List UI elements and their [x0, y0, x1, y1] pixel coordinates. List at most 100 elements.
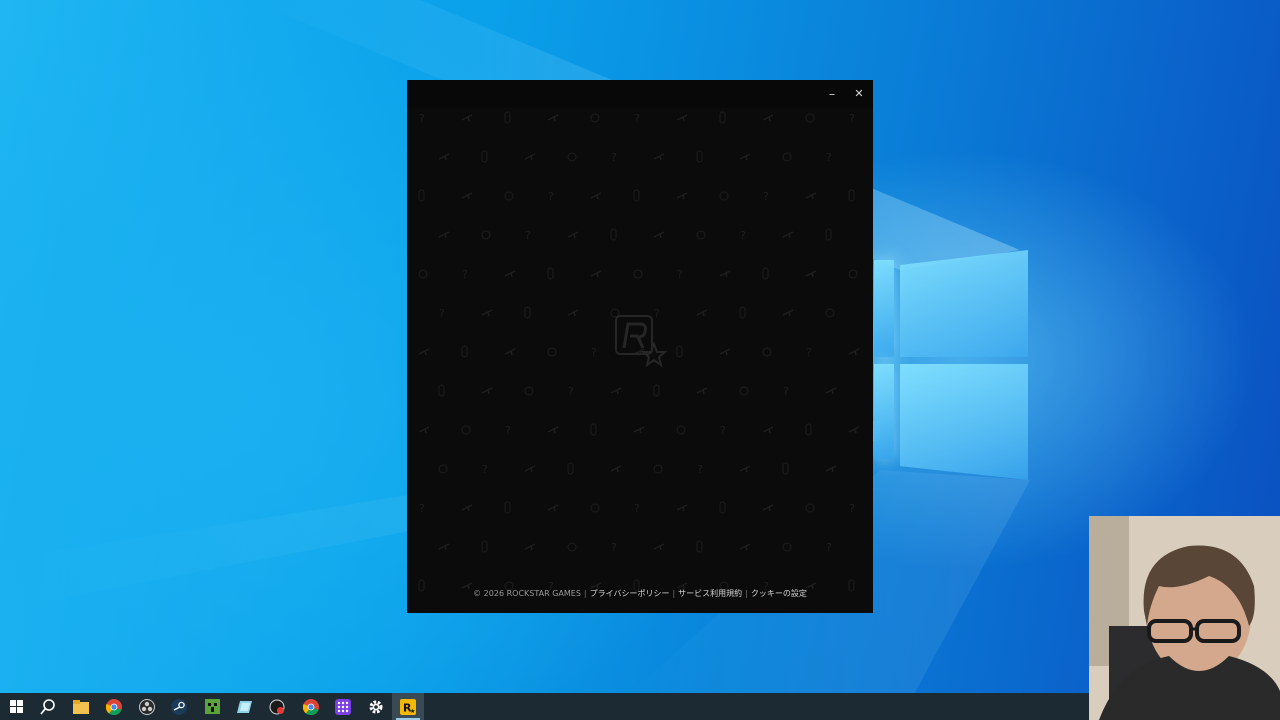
pattern-glyph-key [438, 153, 450, 161]
terms-of-service-link[interactable]: サービス利用規約 [678, 589, 742, 598]
pattern-glyph-key [547, 426, 559, 434]
close-button[interactable]: ✕ [848, 84, 870, 104]
taskbar-rockstar-launcher-button[interactable]: R ★ [392, 693, 424, 720]
pattern-glyph-pill [567, 462, 574, 475]
pattern-glyph-q: ? [783, 385, 789, 398]
pattern-glyph-gun [653, 231, 665, 239]
pattern-glyph-pill [481, 540, 488, 553]
taskbar-obs-button[interactable] [131, 693, 163, 720]
svg-text:★: ★ [410, 708, 415, 715]
pattern-glyph-gun [547, 114, 559, 122]
footer-separator: | [583, 589, 587, 598]
pattern-glyph-bag [739, 386, 749, 396]
pattern-glyph-pill [739, 306, 746, 319]
pattern-glyph-bag [633, 269, 643, 279]
pattern-glyph-gun [676, 192, 688, 200]
pattern-glyph-pill [782, 462, 789, 475]
file-explorer-icon [73, 699, 89, 714]
pattern-glyph-bag [481, 230, 491, 240]
chrome-icon [303, 698, 319, 715]
taskbar-chrome-button[interactable] [295, 693, 327, 720]
pattern-glyph-q: ? [849, 502, 855, 515]
pattern-glyph-gun [481, 387, 493, 395]
pattern-glyph-key [610, 387, 622, 395]
pattern-glyph-key [653, 543, 665, 551]
settings-gear-icon [368, 699, 384, 715]
pattern-glyph-q: ? [419, 112, 425, 125]
windows-wallpaper-logo [874, 242, 1028, 480]
pattern-glyph-gun [696, 387, 708, 395]
pattern-glyph-q: ? [439, 307, 445, 320]
pattern-glyph-pill [590, 423, 597, 436]
pattern-glyph-gun [762, 504, 774, 512]
pattern-glyph-key [438, 543, 450, 551]
taskbar-notes-app-button[interactable] [228, 693, 260, 720]
pattern-glyph-pill [825, 228, 832, 241]
pattern-glyph-gun [504, 348, 516, 356]
pattern-glyph-gun [739, 543, 751, 551]
minimize-button[interactable]: – [821, 84, 843, 104]
pattern-glyph-q: ? [505, 424, 511, 437]
pattern-glyph-q: ? [740, 229, 746, 242]
pattern-glyph-q: ? [611, 541, 617, 554]
record-app-icon [269, 699, 285, 715]
pattern-glyph-q: ? [826, 151, 832, 164]
pattern-glyph-gun [633, 426, 645, 434]
pattern-glyph-key [782, 231, 794, 239]
pattern-glyph-bag [547, 347, 557, 357]
pattern-glyph-q: ? [568, 385, 574, 398]
pattern-glyph-q: ? [849, 112, 855, 125]
pattern-glyph-q: ? [697, 463, 703, 476]
taskbar-grid-app-button[interactable] [327, 693, 359, 720]
pattern-glyph-key [696, 309, 708, 317]
windows-start-icon [9, 700, 23, 713]
webcam-person-image [1089, 516, 1280, 720]
taskbar-search-button[interactable] [32, 693, 64, 720]
footer-separator: | [672, 589, 676, 598]
pattern-glyph-gun [610, 465, 622, 473]
pattern-glyph-bag [805, 113, 815, 123]
taskbar-minecraft-button[interactable] [196, 693, 228, 720]
pattern-glyph-bag [782, 152, 792, 162]
pattern-glyph-bag [848, 269, 858, 279]
pattern-glyph-pill [504, 111, 511, 124]
pattern-glyph-key [461, 504, 473, 512]
launcher-footer: © 2026 ROCKSTAR GAMES | プライバシーポリシー | サービス利用規… [407, 588, 873, 599]
cookie-settings-link[interactable]: クッキーの設定 [751, 589, 807, 598]
footer-separator: | [745, 589, 748, 598]
rockstar-logo-icon [615, 315, 668, 368]
minecraft-icon [204, 699, 220, 714]
taskbar-steam-button[interactable] [163, 693, 195, 720]
pattern-glyph-q: ? [720, 424, 726, 437]
pattern-glyph-q: ? [462, 268, 468, 281]
pattern-glyph-pill [719, 111, 726, 124]
taskbar-settings-gear-button[interactable] [360, 693, 392, 720]
privacy-policy-link[interactable]: プライバシーポリシー [590, 589, 670, 598]
obs-icon [139, 698, 155, 715]
pattern-glyph-key [825, 387, 837, 395]
pattern-glyph-q: ? [419, 502, 425, 515]
search-icon [40, 698, 56, 715]
taskbar-file-explorer-button[interactable] [65, 693, 97, 720]
pattern-glyph-bag [418, 269, 428, 279]
steam-icon [171, 698, 187, 715]
taskbar-windows-start-button[interactable] [0, 693, 32, 720]
pattern-glyph-pill [610, 228, 617, 241]
pattern-glyph-gun [805, 270, 817, 278]
pattern-glyph-gun [825, 465, 837, 473]
window-titlebar[interactable]: – ✕ [407, 80, 873, 108]
pattern-glyph-q: ? [548, 190, 554, 203]
taskbar-chrome-button[interactable] [98, 693, 130, 720]
pattern-glyph-gun [524, 543, 536, 551]
pattern-glyph-q: ? [806, 346, 812, 359]
taskbar-record-app-button[interactable] [261, 693, 293, 720]
pattern-glyph-key [524, 465, 536, 473]
pattern-glyph-q: ? [611, 151, 617, 164]
pattern-glyph-gun [567, 309, 579, 317]
pattern-glyph-bag [696, 230, 706, 240]
pattern-glyph-pill [438, 384, 445, 397]
pattern-glyph-key [739, 465, 751, 473]
pattern-glyph-bag [762, 347, 772, 357]
pattern-glyph-bag [567, 152, 577, 162]
pattern-glyph-bag [653, 464, 663, 474]
